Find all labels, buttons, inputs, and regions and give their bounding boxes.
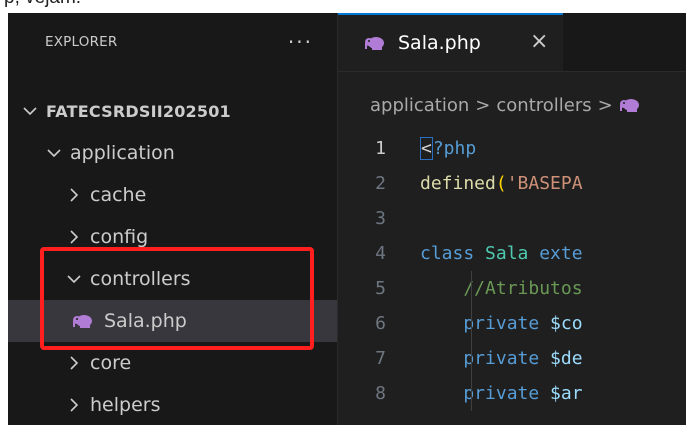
- tree-folder-fatecsrdsii202501[interactable]: FATECSRDSII202501: [8, 90, 337, 132]
- explorer-title: EXPLORER: [45, 34, 118, 50]
- tree-folder-config[interactable]: config: [8, 216, 337, 258]
- tab-label: Sala.php: [398, 32, 481, 54]
- chevron-right-icon: [64, 187, 84, 203]
- chevron-right-icon: [64, 397, 84, 413]
- code-line[interactable]: 3: [338, 201, 686, 236]
- code-line[interactable]: 5 //Atributos: [338, 271, 686, 306]
- php-elephant-icon: [364, 35, 390, 51]
- tree-item-label: FATECSRDSII202501: [46, 101, 231, 121]
- breadcrumb: application > controllers >: [370, 90, 651, 120]
- indent-guide: [471, 271, 472, 306]
- code-token: <: [420, 137, 433, 160]
- code-token: private: [420, 348, 551, 369]
- code-line[interactable]: 1 < ?php: [338, 131, 686, 166]
- line-number: 3: [375, 208, 386, 229]
- tree-item-label: application: [70, 142, 175, 164]
- code-line[interactable]: 8 private $ar: [338, 376, 686, 411]
- indent-guide: [471, 341, 472, 376]
- chevron-right-icon: [64, 355, 84, 371]
- code-token: //Atributos: [420, 278, 583, 299]
- line-number: 7: [375, 348, 386, 369]
- chevron-down-icon: [44, 145, 64, 161]
- close-icon[interactable]: ×: [530, 29, 548, 54]
- code-token: 'BASEPA: [506, 173, 583, 194]
- code-editor[interactable]: 1 < ?php 2 defined('BASEPA 3 4 class Sala exte 5…: [338, 131, 686, 411]
- tree-folder-controllers[interactable]: controllers: [8, 258, 337, 300]
- line-number: 1: [375, 138, 386, 159]
- line-number: 6: [375, 313, 386, 334]
- tree-folder-core[interactable]: core: [8, 342, 337, 384]
- code-line[interactable]: 7 private $de: [338, 341, 686, 376]
- tree-folder-cache[interactable]: cache: [8, 174, 337, 216]
- code-token: class: [420, 243, 486, 264]
- tab-sala-php[interactable]: Sala.php ×: [338, 13, 563, 71]
- file-tree: FATECSRDSII202501 application cache config c…: [8, 90, 337, 425]
- tree-item-label: cache: [90, 184, 147, 206]
- chevron-down-icon: [20, 103, 40, 119]
- explorer-header: EXPLORER ···: [8, 13, 337, 71]
- tree-file-sala-php[interactable]: Sala.php: [8, 300, 337, 342]
- code-line[interactable]: 6 private $co: [338, 306, 686, 341]
- tab-bar: Sala.php ×: [338, 13, 686, 72]
- more-actions-icon[interactable]: ···: [288, 30, 313, 54]
- chevron-down-icon: [64, 271, 84, 287]
- explorer-sidebar: EXPLORER ··· FATECSRDSII202501 applicatio…: [8, 13, 338, 425]
- indent-guide: [471, 376, 472, 411]
- code-line[interactable]: 4 class Sala exte: [338, 236, 686, 271]
- chevron-right-icon: [64, 229, 84, 245]
- breadcrumb-item[interactable]: application: [370, 95, 469, 116]
- line-number: 5: [375, 278, 386, 299]
- php-elephant-icon: [619, 97, 645, 113]
- php-elephant-icon: [72, 313, 98, 329]
- tree-item-label: controllers: [90, 268, 191, 290]
- chevron-right-icon: >: [475, 94, 491, 116]
- chevron-right-icon: >: [597, 94, 613, 116]
- line-number: 8: [375, 383, 386, 404]
- tree-item-label: helpers: [90, 394, 161, 416]
- tree-item-label: core: [90, 352, 132, 374]
- tree-folder-helpers[interactable]: helpers: [8, 384, 337, 425]
- code-token: (: [495, 173, 507, 194]
- code-line[interactable]: 2 defined('BASEPA: [338, 166, 686, 201]
- tree-folder-application[interactable]: application: [8, 132, 337, 174]
- code-token: ?php: [432, 138, 477, 159]
- breadcrumb-item[interactable]: controllers: [496, 95, 591, 116]
- editor-area: Sala.php × application > controllers > 1 < ?p…: [338, 13, 686, 425]
- tree-item-label: config: [90, 226, 149, 248]
- indent-guide: [471, 306, 472, 341]
- line-number: 2: [375, 173, 386, 194]
- code-token: $co: [550, 313, 583, 334]
- line-number: 4: [375, 243, 386, 264]
- code-token: exte: [539, 243, 583, 264]
- tree-item-label: Sala.php: [104, 310, 187, 332]
- code-token: private: [420, 313, 551, 334]
- code-token: $ar: [550, 383, 583, 404]
- vscode-window: EXPLORER ··· FATECSRDSII202501 applicatio…: [8, 13, 686, 425]
- code-token: $de: [550, 348, 583, 369]
- code-token: defined: [420, 173, 496, 194]
- code-token: private: [420, 383, 551, 404]
- code-token: Sala: [485, 243, 540, 264]
- page-caption: p, vejam:: [4, 0, 81, 9]
